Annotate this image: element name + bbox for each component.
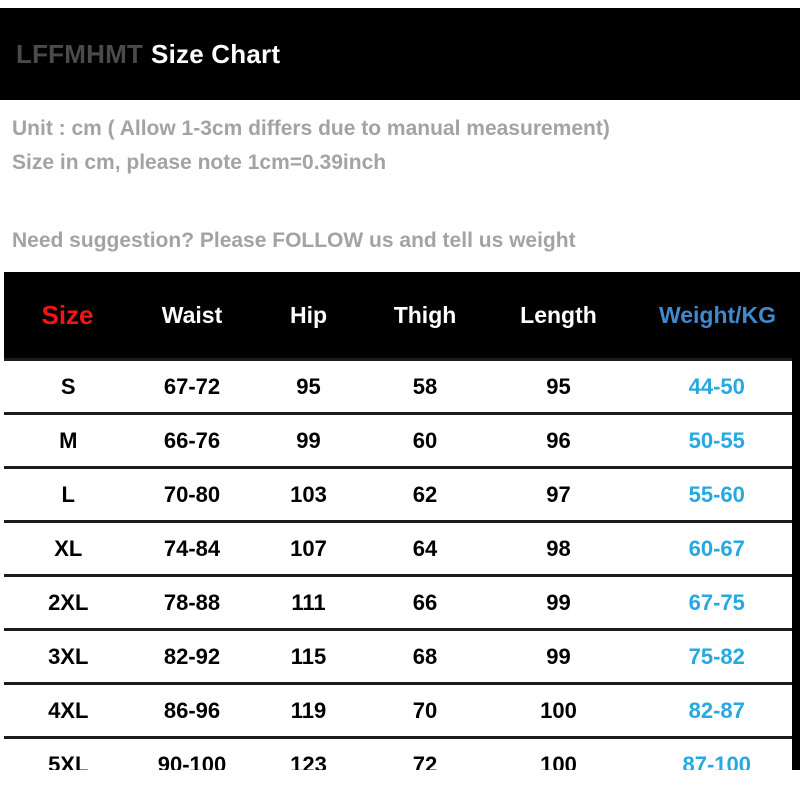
cell-waist: 66-76 [133,412,251,468]
cell-size: M [0,412,134,468]
table-header: Size Waist Hip Thigh Length Weight/KG [1,272,800,360]
cell-length: 98 [483,520,634,576]
column-header-size: Size [1,272,134,360]
cell-waist: 67-72 [133,358,251,414]
cell-length: 100 [483,682,634,738]
column-header-length: Length [483,272,634,360]
table-row: 3XL 82-92 115 68 99 75-82 [0,628,800,684]
cell-weight: 44-50 [633,358,800,414]
cell-thigh: 58 [366,358,484,414]
cell-size: 2XL [0,574,134,630]
cell-hip: 119 [250,682,367,738]
table-left-gutter [0,272,4,770]
column-header-weight: Weight/KG [633,272,800,360]
cell-thigh: 70 [366,682,484,738]
cell-thigh: 60 [366,412,484,468]
size-table-container: Size Waist Hip Thigh Length Weight/KG S … [0,272,800,793]
note-suggestion-line: Need suggestion? Please FOLLOW us and te… [12,229,576,252]
cell-weight: 55-60 [633,466,800,522]
cell-hip: 111 [250,574,367,630]
table-right-gutter [792,272,800,770]
column-header-waist: Waist [133,272,251,360]
cell-hip: 115 [250,628,367,684]
size-chart-page: LFFMHMT Size Chart Unit : cm ( Allow 1-3c… [0,0,800,800]
cell-hip: 107 [250,520,367,576]
cell-size: 4XL [0,682,134,738]
cell-length: 95 [483,358,634,414]
cell-weight: 50-55 [633,412,800,468]
cell-length: 99 [483,628,634,684]
table-row: 4XL 86-96 119 70 100 82-87 [0,682,800,738]
cell-length: 99 [483,574,634,630]
cell-thigh: 68 [366,628,484,684]
cell-thigh: 66 [366,574,484,630]
cell-hip: 103 [250,466,367,522]
cell-weight: 75-82 [633,628,800,684]
page-title: LFFMHMT Size Chart [0,39,280,70]
cell-length: 96 [483,412,634,468]
table-row: M 66-76 99 60 96 50-55 [0,412,800,468]
cell-waist: 78-88 [133,574,251,630]
cell-hip: 99 [250,412,367,468]
cell-weight: 82-87 [633,682,800,738]
cell-thigh: 64 [366,520,484,576]
cell-weight: 67-75 [633,574,800,630]
cell-waist: 74-84 [133,520,251,576]
cell-waist: 86-96 [133,682,251,738]
cell-size: S [0,358,134,414]
notes-block: Unit : cm ( Allow 1-3cm differs due to m… [0,100,800,272]
table-row: S 67-72 95 58 95 44-50 [0,358,800,414]
table-row: XL 74-84 107 64 98 60-67 [0,520,800,576]
cell-size: L [0,466,134,522]
title-band: LFFMHMT Size Chart [0,8,800,100]
cell-hip: 95 [250,358,367,414]
cell-size: XL [0,520,134,576]
column-header-thigh: Thigh [366,272,484,360]
table-row: 2XL 78-88 111 66 99 67-75 [0,574,800,630]
cell-waist: 82-92 [133,628,251,684]
brand-name: LFFMHMT [16,38,144,69]
page-title-label: Size Chart [151,38,281,69]
cell-thigh: 62 [366,466,484,522]
cell-waist: 70-80 [133,466,251,522]
table-body: S 67-72 95 58 95 44-50 M 66-76 99 60 96 … [0,358,800,793]
bottom-filler [0,770,800,800]
note-conversion-line: Size in cm, please note 1cm=0.39inch [12,151,387,174]
cell-weight: 60-67 [633,520,800,576]
cell-size: 3XL [0,628,134,684]
cell-length: 97 [483,466,634,522]
column-header-hip: Hip [250,272,367,360]
table-row: L 70-80 103 62 97 55-60 [0,466,800,522]
note-unit-line: Unit : cm ( Allow 1-3cm differs due to m… [12,117,610,140]
size-table: Size Waist Hip Thigh Length Weight/KG S … [0,272,800,793]
table-header-row: Size Waist Hip Thigh Length Weight/KG [1,272,800,360]
